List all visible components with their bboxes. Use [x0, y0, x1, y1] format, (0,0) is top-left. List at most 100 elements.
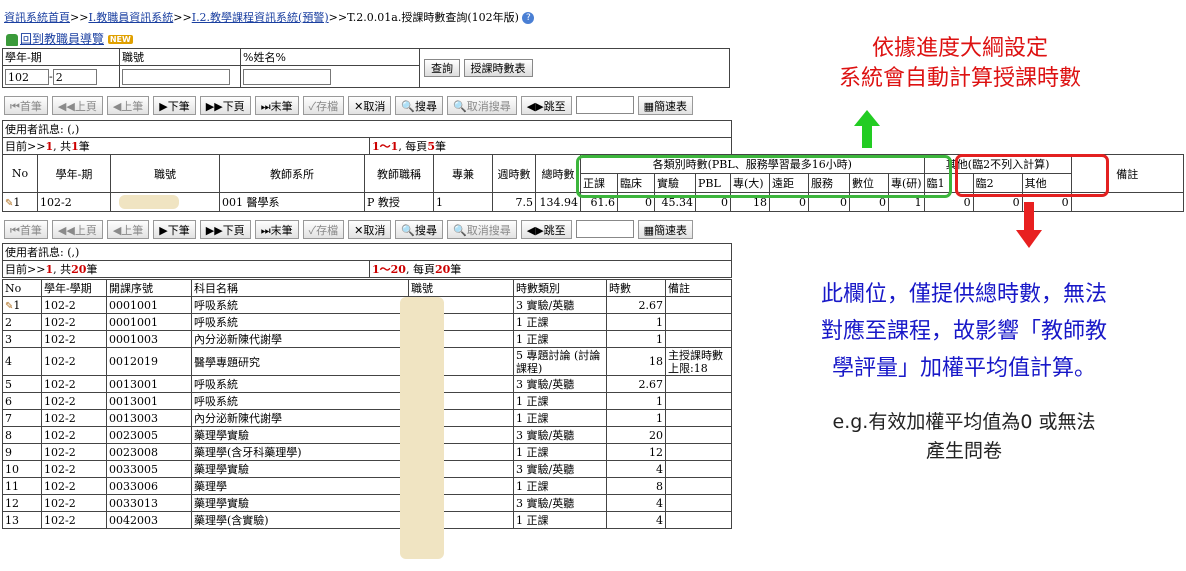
year-input[interactable]: 102 [5, 68, 49, 85]
goto-input[interactable] [575, 96, 634, 114]
prev-page-button[interactable]: ◀◀上頁 [51, 95, 103, 115]
prev-record-button[interactable]: ◀上筆 [106, 219, 150, 239]
course-type: 1 正課 [513, 511, 607, 529]
course-code: 0033006 [106, 477, 192, 495]
col-id: 職號 [110, 154, 220, 193]
back-to-staff-guide-link[interactable]: 回到教職員導覽 [20, 32, 104, 46]
breadcrumb-course-system[interactable]: I.2.教學課程資訊系統(預警) [192, 11, 329, 24]
course-code: 0033013 [106, 494, 192, 512]
breadcrumb-separator: >> [70, 11, 89, 24]
last-record-button[interactable]: ⏭末筆 [254, 95, 299, 115]
first-record-button[interactable]: ⏮首筆 [4, 219, 48, 239]
record-position: 目前>>1, 共20筆 [2, 260, 370, 278]
row-term: 102-2 [37, 192, 111, 212]
category-highlight-box [576, 155, 952, 198]
course-no: 5 [2, 375, 42, 393]
course-row[interactable]: 2 102-2 0001001 呼吸系統 1 正課 1 [2, 313, 732, 331]
course-term: 102-2 [41, 296, 107, 314]
goto-input[interactable] [575, 220, 634, 238]
course-note [665, 313, 732, 331]
cancel-search-button[interactable]: 🔍取消搜尋 [447, 219, 517, 239]
course-row[interactable]: ✎1 102-2 0001001 呼吸系統 3 實驗/英聽 2.67 [2, 296, 732, 314]
course-hours: 1 [606, 330, 666, 348]
prev-page-button[interactable]: ◀◀上頁 [51, 219, 103, 239]
name-input[interactable] [243, 68, 331, 85]
course-row[interactable]: 9 102-2 0023008 藥理學(含牙科藥理學) 1 正課 12 [2, 443, 732, 461]
course-code: 0013001 [106, 392, 192, 410]
goto-button[interactable]: ◀▶跳至 [520, 95, 572, 115]
course-code: 0033005 [106, 460, 192, 478]
save-button[interactable]: ✓存檔 [302, 95, 345, 115]
course-type: 1 正課 [513, 409, 607, 427]
course-col-note: 備註 [665, 279, 732, 297]
help-icon[interactable]: ? [522, 12, 535, 24]
query-buttons: 查詢 授課時數表 [419, 48, 730, 88]
course-row[interactable]: 13 102-2 0042003 藥理學(含實驗) 1 正課 4 [2, 511, 732, 529]
course-name: 藥理學(含牙科藥理學) [191, 443, 409, 461]
quick-table-button[interactable]: ▦簡速表 [637, 95, 694, 115]
save-button[interactable]: ✓存檔 [302, 219, 345, 239]
course-name: 藥理學實驗 [191, 460, 409, 478]
course-no: 13 [2, 511, 42, 529]
course-row[interactable]: 7 102-2 0013003 內分泌新陳代謝學 1 正課 1 [2, 409, 732, 427]
course-code: 0013001 [106, 375, 192, 393]
term-input[interactable]: 2 [52, 68, 97, 85]
prev-record-button[interactable]: ◀上筆 [106, 95, 150, 115]
course-no: 4 [2, 347, 42, 376]
course-name: 呼吸系統 [191, 296, 409, 314]
course-col-code: 開課序號 [106, 279, 192, 297]
course-code: 0001003 [106, 330, 192, 348]
search-button[interactable]: 🔍搜尋 [395, 219, 444, 239]
course-note [665, 443, 732, 461]
course-row[interactable]: 10 102-2 0033005 藥理學實驗 3 實驗/英聽 4 [2, 460, 732, 478]
next-page-button[interactable]: ▶▶下頁 [199, 219, 251, 239]
course-row[interactable]: 3 102-2 0001003 內分泌新陳代謝學 1 正課 1 [2, 330, 732, 348]
row-title: P 教授 [364, 192, 434, 212]
user-message: 使用者訊息: (,) [2, 243, 732, 261]
id-input[interactable] [122, 68, 230, 85]
course-no: 11 [2, 477, 42, 495]
quick-table-button[interactable]: ▦簡速表 [637, 219, 694, 239]
page-range: 1～20, 每頁20筆 [369, 260, 732, 278]
course-name: 藥理學 [191, 477, 409, 495]
course-term: 102-2 [41, 494, 107, 512]
query-form: 學年-期 職號 %姓名% 查詢 授課時數表 102-2 [2, 48, 730, 88]
course-hours: 12 [606, 443, 666, 461]
last-record-button[interactable]: ⏭末筆 [254, 219, 299, 239]
course-row[interactable]: 8 102-2 0023005 藥理學實驗 3 實驗/英聽 20 [2, 426, 732, 444]
col-fulltime: 專兼 [433, 154, 493, 193]
course-term: 102-2 [41, 392, 107, 410]
redacted-id-column [400, 297, 444, 559]
goto-button[interactable]: ◀▶跳至 [520, 219, 572, 239]
first-record-button[interactable]: ⏮首筆 [4, 95, 48, 115]
course-term: 102-2 [41, 375, 107, 393]
course-row[interactable]: 4 102-2 0012019 醫學專題研究 5 專題討論 (討論課程) 18 主授課時數上… [2, 347, 732, 376]
query-button[interactable]: 查詢 [424, 59, 460, 77]
course-row[interactable]: 6 102-2 0013001 呼吸系統 1 正課 1 [2, 392, 732, 410]
course-note [665, 409, 732, 427]
course-row[interactable]: 12 102-2 0033013 藥理學實驗 3 實驗/英聽 4 [2, 494, 732, 512]
course-row[interactable]: 5 102-2 0013001 呼吸系統 3 實驗/英聽 2.67 [2, 375, 732, 393]
course-no: ✎1 [2, 296, 42, 314]
breadcrumb-home[interactable]: 資訊系統首頁 [4, 11, 70, 24]
course-hours: 1 [606, 409, 666, 427]
edit-pencil-icon: ✎ [5, 300, 14, 312]
hours-table-button[interactable]: 授課時數表 [463, 59, 533, 77]
cancel-button[interactable]: ✕取消 [348, 95, 392, 115]
cancel-search-button[interactable]: 🔍取消搜尋 [447, 95, 517, 115]
course-hours: 2.67 [606, 296, 666, 314]
query-id-cell [119, 65, 241, 88]
annotation-line: 產生問卷 [925, 440, 1002, 462]
cancel-button[interactable]: ✕取消 [348, 219, 392, 239]
col-term: 學年-期 [37, 154, 111, 193]
col-dept: 教師系所 [219, 154, 365, 193]
annotation-line: 依據進度大綱設定 [871, 36, 1048, 61]
next-page-button[interactable]: ▶▶下頁 [199, 95, 251, 115]
breadcrumb-staff-system[interactable]: I.教職員資訊系統 [88, 11, 173, 24]
next-record-button[interactable]: ▶下筆 [153, 95, 196, 115]
search-button[interactable]: 🔍搜尋 [395, 95, 444, 115]
next-record-button[interactable]: ▶下筆 [153, 219, 196, 239]
course-row[interactable]: 11 102-2 0033006 藥理學 1 正課 8 [2, 477, 732, 495]
course-code: 0023005 [106, 426, 192, 444]
course-term: 102-2 [41, 477, 107, 495]
